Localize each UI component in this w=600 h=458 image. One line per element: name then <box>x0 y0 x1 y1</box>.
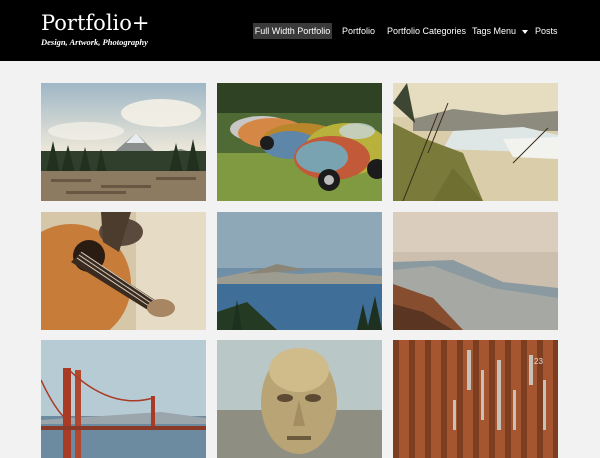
vintage-beetles-image <box>217 83 382 201</box>
chevron-down-icon <box>522 29 529 34</box>
portfolio-item-misty-shoreline[interactable] <box>393 212 558 330</box>
portfolio-item-mountain-forest[interactable] <box>41 83 206 201</box>
portfolio-item-coastal-hills[interactable] <box>393 83 558 201</box>
nav-item-tags-menu[interactable]: Tags Menu <box>472 23 529 39</box>
nav-item-portfolio-categories[interactable]: Portfolio Categories <box>387 23 466 39</box>
site-header: Portfolio+ Design, Artwork, Photography … <box>0 0 600 61</box>
portfolio-item-vintage-beetles[interactable] <box>217 83 382 201</box>
portfolio-item-giant-statue-head[interactable] <box>217 340 382 458</box>
nav-item-label: Posts <box>535 26 558 36</box>
nav-item-portfolio[interactable]: Portfolio <box>342 23 375 39</box>
mountain-forest-image <box>41 83 206 201</box>
nav-item-label: Portfolio <box>342 26 376 36</box>
acoustic-guitar-image <box>41 212 206 330</box>
golden-gate-bridge-image <box>41 340 206 458</box>
sign-number: 23 <box>534 357 543 366</box>
misty-shoreline-image <box>393 212 558 330</box>
nav-item-full-width-portfolio[interactable]: Full Width Portfolio <box>253 23 332 39</box>
site-tagline: Design, Artwork, Photography <box>41 37 148 47</box>
portfolio-item-corrugated-metal[interactable]: 23 <box>393 340 558 458</box>
site-title[interactable]: Portfolio+ <box>41 11 150 35</box>
nav-item-label: Tags Menu <box>472 26 517 36</box>
corrugated-metal-image: 23 <box>393 340 558 458</box>
portfolio-item-acoustic-guitar[interactable] <box>41 212 206 330</box>
portfolio-item-golden-gate-bridge[interactable] <box>41 340 206 458</box>
coastal-hills-image <box>393 83 558 201</box>
portfolio-item-crater-lake[interactable] <box>217 212 382 330</box>
nav-item-label: Portfolio Categories <box>387 26 467 36</box>
nav-item-label: Full Width Portfolio <box>254 26 331 36</box>
giant-statue-head-image <box>217 340 382 458</box>
nav-item-posts[interactable]: Posts <box>535 23 558 39</box>
crater-lake-image <box>217 212 382 330</box>
